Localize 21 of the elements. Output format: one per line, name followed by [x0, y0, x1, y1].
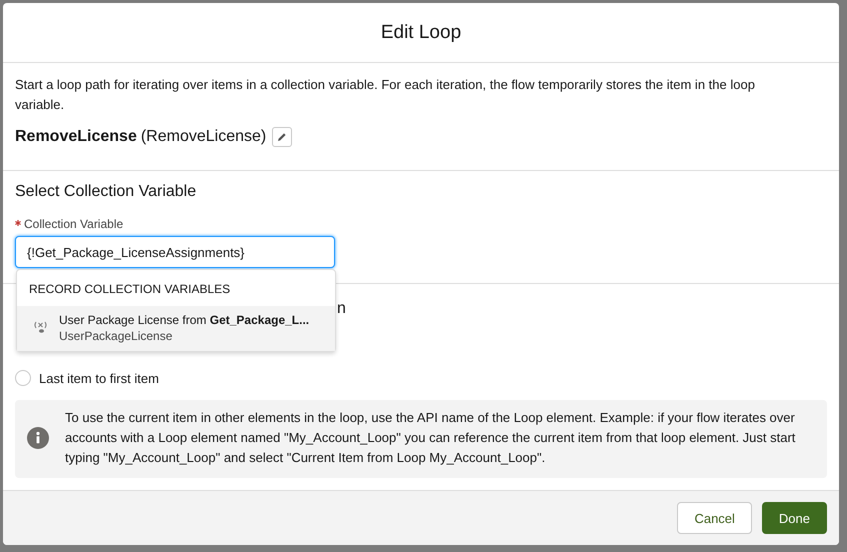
edit-button[interactable] [272, 127, 292, 147]
section-title: n [337, 300, 346, 317]
description-text: Start a loop path for iterating over items in a collection variable. For each iteration, the flow temporarily stores the item in the loop variable. [15, 76, 756, 114]
collection-variable-field[interactable]: {!Get_Package_LicenseAssignments} [15, 236, 335, 268]
dropdown-option[interactable]: User Package License from Get_Package_L... UserPackageLicense [17, 306, 335, 351]
option-subtitle: UserPackageLicense [59, 329, 174, 343]
option-title: User Package License from Get_Package_L... [59, 312, 310, 329]
element-api-name: (RemoveLicense) [140, 128, 266, 146]
element-label: RemoveLicense [15, 128, 137, 146]
radio-button[interactable] [15, 370, 31, 386]
pencil-icon [277, 132, 288, 142]
radio-option[interactable]: Last item to first item [15, 370, 159, 386]
done-button[interactable]: Done [762, 502, 827, 534]
info-text: To use the current item in other elements in the loop, use the API name of the Loop element. Example: if your flow iterates over accounts with a Loop element named "My_Account_Loop" you can reference the current item from that loop element. Just start typing "My_Account_Loop" and select "Current Item from Loop My_Account_Loop". [65, 409, 796, 467]
group-heading: RECORD COLLECTION VARIABLES [28, 282, 232, 298]
variable-icon [33, 320, 49, 334]
field-label: Collection Variable [24, 217, 124, 231]
section-title: Select Collection Variable [15, 183, 198, 201]
modal-title: Edit Loop [380, 22, 462, 44]
cancel-button[interactable]: Cancel [677, 502, 752, 534]
info-icon [27, 427, 49, 449]
